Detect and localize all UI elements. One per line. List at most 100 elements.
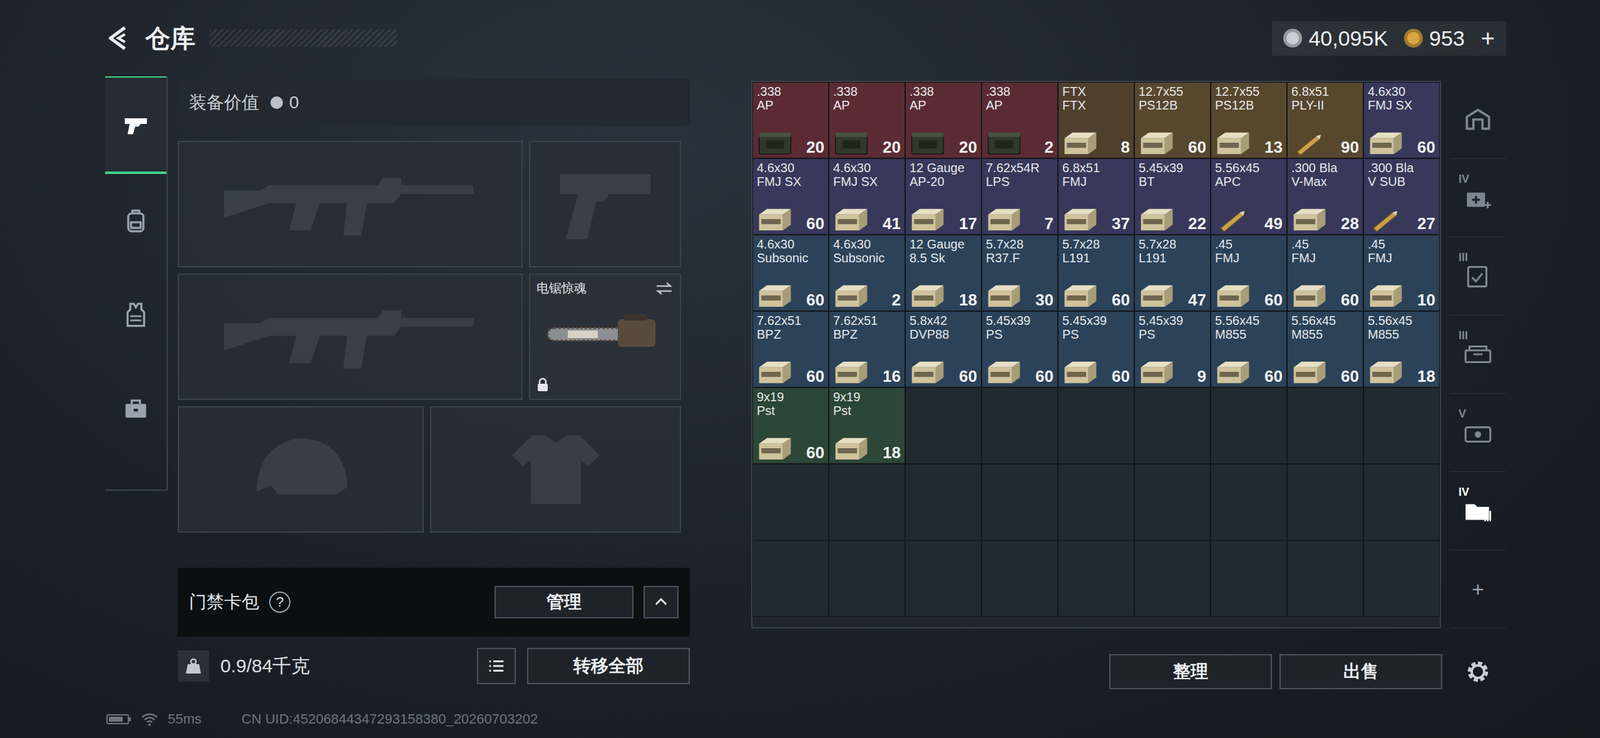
stash-item[interactable]: 6.8x51PLY-II90 (1287, 82, 1364, 159)
stash-item[interactable]: .45FMJ10 (1363, 234, 1440, 312)
empty-cell[interactable] (1057, 387, 1135, 464)
item-count: 9 (1197, 368, 1207, 385)
transfer-all-button[interactable]: 转移全部 (527, 647, 690, 685)
stash-item[interactable]: 5.7x28R37.F30 (981, 234, 1058, 312)
equipment-slot[interactable]: 电锯惊魂 (528, 273, 682, 400)
stash-item[interactable]: .45FMJ60 (1287, 234, 1364, 312)
stash-item[interactable]: 5.45x39PS60 (981, 311, 1058, 388)
empty-cell[interactable] (1210, 387, 1288, 464)
empty-cell[interactable] (828, 463, 906, 541)
stash-item[interactable]: .338AP2 (981, 82, 1058, 159)
loadout-tab[interactable] (105, 361, 167, 456)
stash-item[interactable]: 7.62x51BPZ16 (828, 311, 906, 388)
help-button[interactable]: ? (269, 591, 291, 613)
empty-cell[interactable] (828, 540, 906, 617)
manage-button[interactable]: 管理 (494, 585, 634, 619)
category-item[interactable] (1449, 80, 1507, 159)
stash-item[interactable]: 5.56x45M85518 (1363, 311, 1440, 388)
keycard-bar: 门禁卡包?管理 (177, 567, 690, 637)
stash-item[interactable]: 7.62x54RLPS7 (981, 158, 1058, 235)
vest-icon (122, 301, 150, 329)
empty-cell[interactable] (905, 463, 982, 541)
chainsaw-icon (542, 306, 668, 357)
equipment-slot[interactable] (177, 273, 523, 400)
stash-item[interactable]: 9x19Pst18 (828, 387, 906, 464)
swap-icon[interactable] (654, 281, 674, 297)
empty-cell[interactable] (1057, 463, 1135, 541)
empty-cell[interactable] (981, 540, 1058, 617)
empty-cell[interactable] (1210, 540, 1288, 617)
stash-item[interactable]: 5.7x28L19147 (1134, 234, 1211, 312)
stash-item[interactable]: 12 Gauge8.5 Sk18 (905, 234, 982, 312)
stash-item[interactable]: 4.6x30Subsonic60 (752, 234, 829, 312)
add-currency-button[interactable]: + (1481, 25, 1495, 52)
stash-item[interactable]: .338AP20 (752, 82, 829, 159)
ping: 55ms (167, 711, 202, 728)
empty-cell[interactable] (1134, 387, 1211, 464)
stash-item[interactable]: 9x19Pst60 (752, 387, 829, 464)
stash-item[interactable]: 7.62x51BPZ60 (752, 311, 829, 388)
stash-item[interactable]: 12.7x55PS12B60 (1134, 82, 1211, 159)
empty-cell[interactable] (1134, 540, 1211, 617)
empty-cell[interactable] (1363, 463, 1440, 541)
category-item[interactable]: III (1449, 237, 1507, 316)
stash-item[interactable]: .300 BlaV SUB27 (1363, 158, 1440, 235)
empty-cell[interactable] (905, 387, 982, 464)
coin-icon (1283, 28, 1303, 48)
list-button[interactable] (476, 647, 516, 685)
stash-item[interactable]: 5.45x39PS9 (1134, 311, 1211, 388)
stash-item[interactable]: 12 GaugeAP-2017 (905, 158, 982, 235)
stash-item[interactable]: 5.45x39BT22 (1134, 158, 1211, 235)
item-count: 60 (1035, 368, 1054, 385)
stash-item[interactable]: FTXFTX8 (1057, 82, 1135, 159)
stash-item[interactable]: .338AP20 (828, 82, 906, 159)
stash-item[interactable]: 5.7x28L19160 (1057, 234, 1135, 312)
stash-item[interactable]: 5.45x39PS60 (1057, 311, 1135, 388)
loadout-tabs (105, 76, 168, 491)
stash-item[interactable]: 12.7x55PS12B13 (1210, 82, 1288, 159)
stash-item[interactable]: 5.8x42DVP8860 (905, 311, 982, 388)
stash-item[interactable]: 5.56x45APC49 (1210, 158, 1288, 235)
action-button[interactable]: 出售 (1279, 654, 1443, 690)
empty-cell[interactable] (981, 463, 1058, 541)
empty-cell[interactable] (1287, 463, 1364, 541)
back-arrow-icon[interactable] (105, 25, 132, 52)
stash-item[interactable]: 4.6x30FMJ SX60 (1363, 82, 1440, 159)
loadout-tab[interactable] (105, 174, 167, 268)
empty-cell[interactable] (1210, 463, 1288, 541)
stash-item[interactable]: .300 BlaV-Max28 (1287, 158, 1364, 235)
loadout-tab[interactable] (105, 76, 167, 175)
empty-cell[interactable] (752, 540, 829, 617)
equipment-slot[interactable] (177, 140, 523, 268)
expand-button[interactable] (643, 585, 679, 619)
action-button[interactable]: 整理 (1109, 654, 1272, 690)
empty-cell[interactable] (752, 463, 829, 541)
empty-cell[interactable] (1363, 387, 1440, 464)
loadout-tab[interactable] (105, 267, 167, 362)
equipment-slot[interactable] (430, 406, 682, 533)
stash-item[interactable]: 5.56x45M85560 (1210, 311, 1288, 388)
stash-item[interactable]: .45FMJ60 (1210, 234, 1288, 312)
empty-cell[interactable] (1363, 540, 1440, 617)
category-item[interactable]: III (1449, 315, 1507, 394)
stash-item[interactable]: 6.8x51FMJ37 (1057, 158, 1135, 235)
gear-icon[interactable] (1462, 656, 1494, 688)
empty-cell[interactable] (1057, 540, 1135, 617)
empty-cell[interactable] (1134, 463, 1211, 541)
empty-cell[interactable] (905, 540, 982, 617)
item-count: 41 (882, 215, 901, 232)
stash-item[interactable]: 4.6x30FMJ SX41 (828, 158, 906, 235)
stash-item[interactable]: .338AP20 (905, 82, 982, 159)
category-item[interactable]: IV (1449, 158, 1507, 238)
equipment-slot[interactable] (177, 406, 424, 533)
stash-item[interactable]: 4.6x30Subsonic2 (828, 234, 906, 312)
empty-cell[interactable] (1287, 540, 1364, 617)
category-item[interactable]: V (1449, 393, 1507, 472)
stash-item[interactable]: 4.6x30FMJ SX60 (752, 158, 829, 235)
equipment-slot[interactable] (528, 140, 682, 268)
stash-item[interactable]: 5.56x45M85560 (1287, 311, 1364, 388)
category-item[interactable]: IV (1449, 471, 1507, 551)
empty-cell[interactable] (981, 387, 1058, 464)
empty-cell[interactable] (1287, 387, 1364, 464)
category-item[interactable]: + (1449, 550, 1507, 629)
